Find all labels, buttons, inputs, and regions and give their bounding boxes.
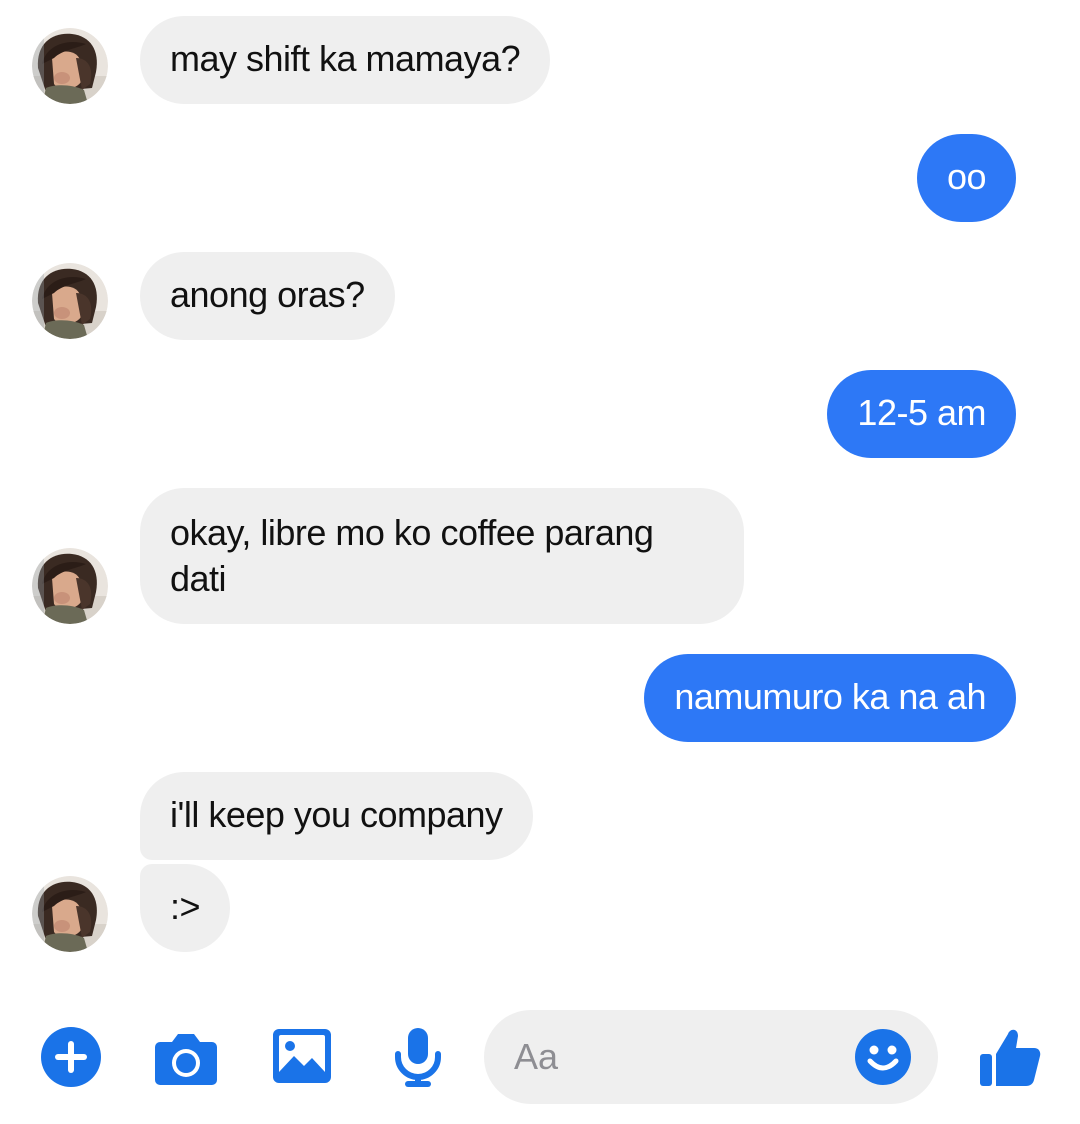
plus-circle-icon[interactable] <box>40 1026 102 1088</box>
thumbs-up-icon[interactable] <box>978 1024 1042 1088</box>
message-text-line: dati <box>170 558 227 599</box>
contact-avatar[interactable] <box>32 28 108 104</box>
message-bubble-incoming[interactable]: anong oras? <box>140 252 395 340</box>
message-input-container[interactable] <box>484 1010 938 1104</box>
message-bubble-incoming[interactable]: :> <box>140 864 231 952</box>
emoji-icon[interactable] <box>854 1028 912 1086</box>
message-bubble-incoming[interactable]: okay, libre mo ko coffee parang dati <box>140 488 744 624</box>
message-bubble-incoming[interactable]: may shift ka mamaya? <box>140 16 551 104</box>
contact-avatar[interactable] <box>32 548 108 624</box>
contact-avatar[interactable] <box>32 876 108 952</box>
photo-icon[interactable] <box>272 1028 332 1084</box>
message-bubble-outgoing[interactable]: 12-5 am <box>827 370 1016 458</box>
avatar-image <box>32 548 108 624</box>
message-input[interactable] <box>514 1032 814 1082</box>
contact-avatar[interactable] <box>32 263 108 339</box>
camera-icon[interactable] <box>154 1030 218 1086</box>
message-bubble-incoming[interactable]: i'll keep you company <box>140 772 533 860</box>
message-bubble-outgoing[interactable]: oo <box>916 134 1016 222</box>
message-text-line: okay, libre mo ko coffee parang <box>170 512 654 553</box>
avatar-image <box>32 263 108 339</box>
avatar-image <box>32 28 108 104</box>
avatar-image <box>32 876 108 952</box>
microphone-icon[interactable] <box>392 1026 444 1088</box>
message-bubble-outgoing[interactable]: namumuro ka na ah <box>644 654 1016 742</box>
